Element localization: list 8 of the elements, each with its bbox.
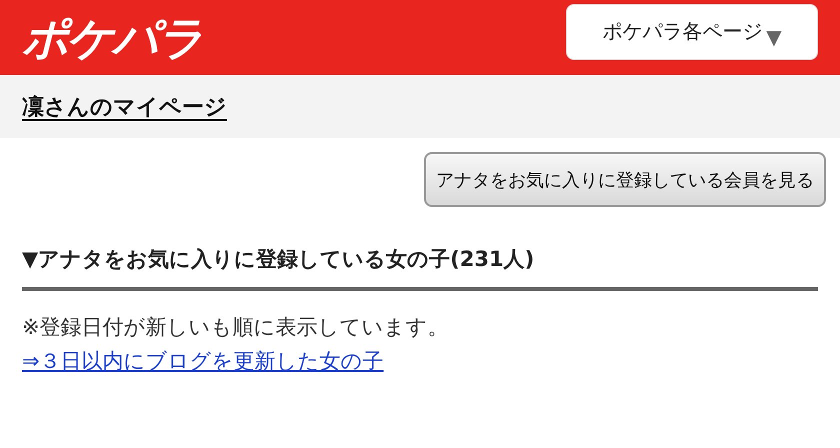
section-heading: ▼アナタをお気に入りに登録している女の子(231人): [22, 245, 818, 291]
page-title-link[interactable]: 凜さんのマイページ: [22, 92, 227, 122]
sort-note: ※登録日付が新しいも順に表示しています。: [22, 314, 450, 341]
menu-button[interactable]: ポケパラ各ページ ▼: [566, 4, 818, 60]
view-members-button[interactable]: アナタをお気に入りに登録している会員を見る: [424, 152, 826, 207]
logo[interactable]: ポケパラ: [22, 14, 202, 60]
blog-updated-link[interactable]: ⇒３日以内にブログを更新した女の子: [22, 347, 384, 375]
caret-icon: ▼: [766, 24, 782, 48]
